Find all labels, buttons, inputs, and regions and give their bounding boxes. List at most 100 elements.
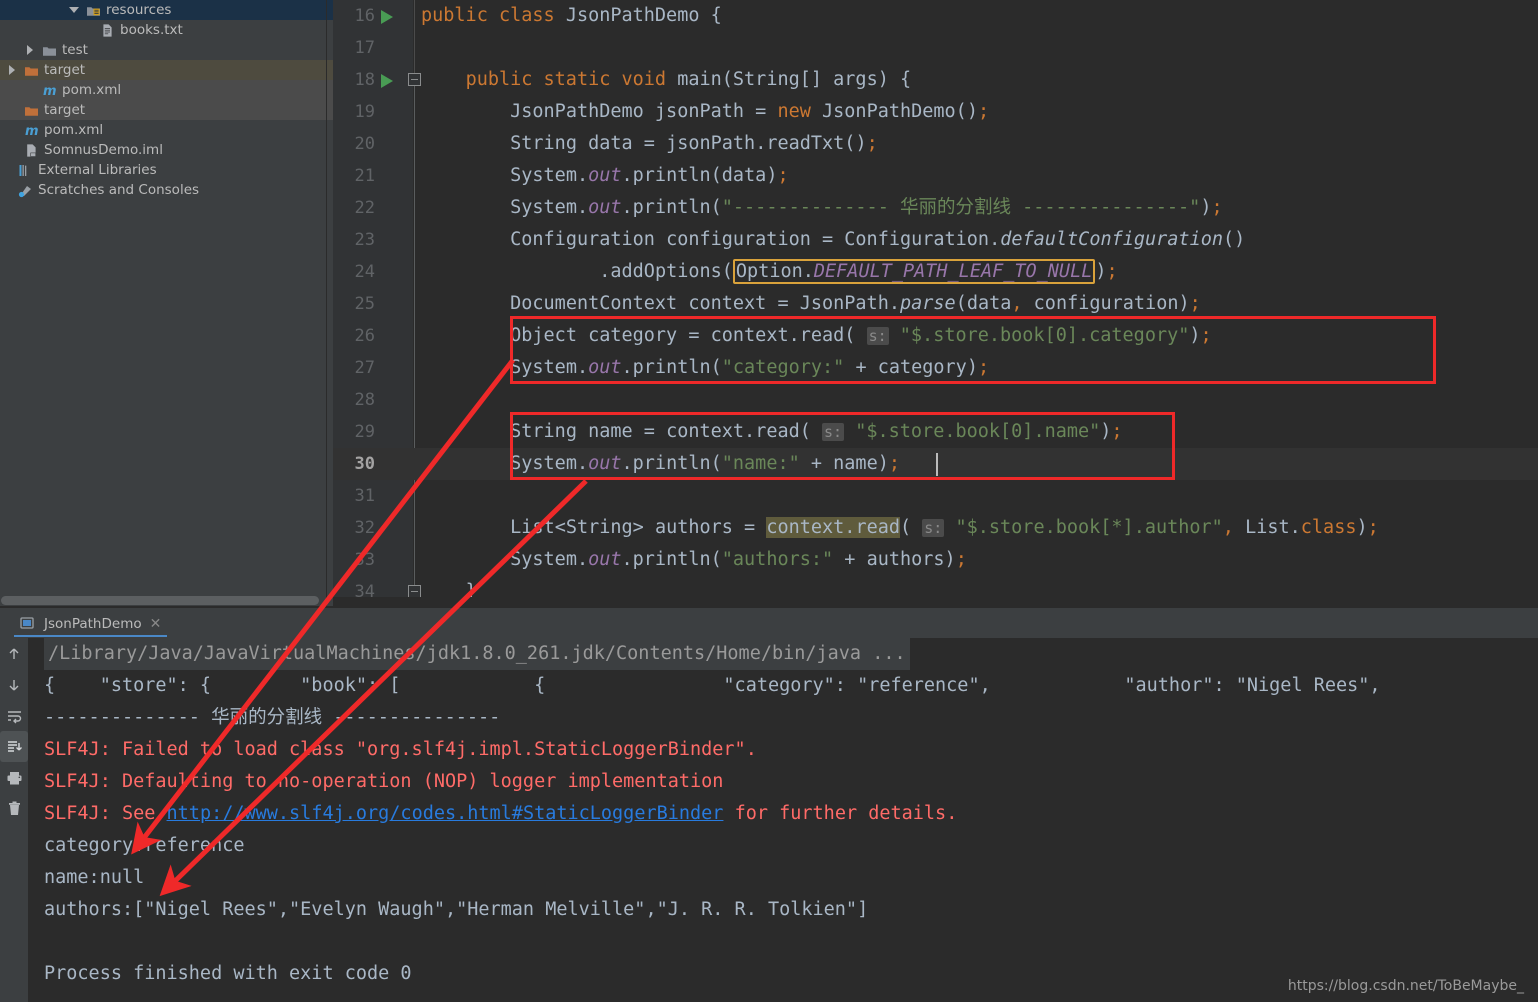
console-output[interactable]: /Library/Java/JavaVirtualMachines/jdk1.8… — [28, 638, 1538, 1002]
svg-text:m: m — [25, 124, 39, 138]
tree-item-label: target — [44, 62, 86, 78]
editor-line-17[interactable]: 17 — [333, 32, 1538, 64]
editor-line-29[interactable]: 29 String name = context.read( s: "$.sto… — [333, 416, 1538, 448]
tree-item-label: pom.xml — [62, 82, 122, 98]
console-line: -------------- 华丽的分割线 --------------- — [28, 702, 1538, 734]
line-number: 18 — [354, 70, 375, 90]
close-icon[interactable]: ✕ — [150, 616, 162, 632]
editor-line-30[interactable]: 30 System.out.println("name:" + name); — [333, 448, 1538, 480]
code-text: String data = jsonPath.readTxt(); — [510, 133, 878, 154]
folder-icon — [42, 43, 57, 58]
tree-item-label: test — [62, 42, 88, 58]
line-number: 28 — [354, 390, 375, 410]
console-line: /Library/Java/JavaVirtualMachines/jdk1.8… — [28, 638, 1538, 670]
tree-item-external-libraries[interactable]: External Libraries — [0, 160, 333, 180]
text-file-icon — [100, 23, 115, 38]
console-line: SLF4J: Failed to load class "org.slf4j.i… — [28, 734, 1538, 766]
ide-window: resources books.txt test target m pom.xml targ… — [0, 0, 1538, 1002]
line-number: 32 — [354, 518, 375, 538]
tree-item-test[interactable]: test — [0, 40, 333, 60]
line-number: 30 — [354, 454, 375, 474]
chevron-closed-icon[interactable] — [6, 64, 18, 76]
console-text: authors:["Nigel Rees","Evelyn Waugh","He… — [44, 899, 869, 920]
run-gutter-icon[interactable] — [381, 10, 393, 24]
code-text: System.out.println("-------------- 华丽的分割… — [510, 197, 1223, 218]
scroll-down-icon[interactable] — [0, 669, 28, 700]
editor-line-20[interactable]: 20 String data = jsonPath.readTxt(); — [333, 128, 1538, 160]
editor-line-26[interactable]: 26 Object category = context.read( s: "$… — [333, 320, 1538, 352]
fold-collapse-icon[interactable] — [408, 73, 421, 86]
console-error-suffix: for further details. — [723, 803, 958, 824]
console-tab-icon — [20, 616, 35, 631]
slf4j-doc-link[interactable]: http://www.slf4j.org/codes.html#StaticLo… — [167, 803, 724, 824]
scroll-up-icon[interactable] — [0, 638, 28, 669]
tree-item-target[interactable]: target — [0, 100, 333, 120]
editor-line-19[interactable]: 19 JsonPathDemo jsonPath = new JsonPathD… — [333, 96, 1538, 128]
tree-item-label: Scratches and Consoles — [38, 182, 200, 198]
console-line: SLF4J: Defaulting to no-operation (NOP) … — [28, 766, 1538, 798]
editor-line-33[interactable]: 33 System.out.println("authors:" + autho… — [333, 544, 1538, 576]
tree-item-resources[interactable]: resources — [0, 0, 333, 20]
clear-all-icon[interactable] — [0, 793, 28, 824]
iml-file-icon — [24, 143, 39, 158]
console-text: Process finished with exit code 0 — [44, 963, 412, 984]
run-tab-label: JsonPathDemo — [44, 615, 142, 632]
editor-line-22[interactable]: 22 System.out.println("-------------- 华丽… — [333, 192, 1538, 224]
editor-line-24[interactable]: 24 .addOptions(Option.DEFAULT_PATH_LEAF_… — [333, 256, 1538, 288]
library-icon — [18, 163, 33, 178]
run-gutter-icon[interactable] — [381, 74, 393, 88]
soft-wrap-icon[interactable] — [0, 700, 28, 731]
line-number: 25 — [354, 294, 375, 314]
tree-item-label: SomnusDemo.iml — [44, 142, 163, 158]
sidebar-horizontal-scrollbar[interactable] — [0, 595, 326, 606]
line-number: 17 — [354, 38, 375, 58]
folder-orange-icon — [24, 63, 39, 78]
tree-item-target[interactable]: target — [0, 60, 333, 80]
editor-line-18[interactable]: 18 public static void main(String[] args… — [333, 64, 1538, 96]
chevron-open-icon[interactable] — [68, 4, 80, 16]
editor-line-25[interactable]: 25 DocumentContext context = JsonPath.pa… — [333, 288, 1538, 320]
line-number: 21 — [354, 166, 375, 186]
tree-item-somnusdemo-iml[interactable]: SomnusDemo.iml — [0, 140, 333, 160]
line-number: 20 — [354, 134, 375, 154]
scrollbar-thumb[interactable] — [1, 596, 319, 605]
console-error-text: SLF4J: See — [44, 803, 167, 824]
scroll-to-end-icon[interactable] — [0, 731, 28, 762]
tree-item-books-txt[interactable]: books.txt — [0, 20, 333, 40]
tree-item-pom-xml[interactable]: m pom.xml — [0, 120, 333, 140]
console-toolbar[interactable] — [0, 638, 28, 1002]
console-text: { "store": { "book": [ { "category": "re… — [44, 675, 1381, 696]
console-line: authors:["Nigel Rees","Evelyn Waugh","He… — [28, 894, 1538, 926]
code-text: System.out.println("name:" + name); — [510, 453, 900, 474]
console-text: name:null — [44, 867, 145, 888]
run-tab-bar: JsonPathDemo ✕ — [0, 608, 1538, 638]
editor-line-32[interactable]: 32 List<String> authors = context.read( … — [333, 512, 1538, 544]
editor-line-27[interactable]: 27 System.out.println("category:" + cate… — [333, 352, 1538, 384]
code-text: .addOptions(Option.DEFAULT_PATH_LEAF_TO_… — [599, 259, 1118, 284]
print-icon[interactable] — [0, 762, 28, 793]
tree-item-scratches-and-consoles[interactable]: Scratches and Consoles — [0, 180, 333, 200]
editor-line-31[interactable]: 31 — [333, 480, 1538, 512]
editor-line-16[interactable]: 16 public class JsonPathDemo { — [333, 0, 1538, 32]
editor-line-28[interactable]: 28 — [333, 384, 1538, 416]
project-tree[interactable]: resources books.txt test target m pom.xml targ… — [0, 0, 333, 608]
console-line: { "store": { "book": [ { "category": "re… — [28, 670, 1538, 702]
code-text: System.out.println("category:" + categor… — [510, 357, 990, 378]
line-number: 26 — [354, 326, 375, 346]
line-number: 22 — [354, 198, 375, 218]
chevron-closed-icon[interactable] — [24, 44, 36, 56]
code-editor[interactable]: 16 public class JsonPathDemo { 17 18 public… — [333, 0, 1538, 608]
code-text: Configuration configuration = Configurat… — [510, 229, 1246, 250]
editor-line-23[interactable]: 23 Configuration configuration = Configu… — [333, 224, 1538, 256]
run-tab-jsonpathdemo[interactable]: JsonPathDemo ✕ — [14, 611, 168, 637]
tree-item-pom-xml[interactable]: m pom.xml — [0, 80, 333, 100]
code-text: DocumentContext context = JsonPath.parse… — [510, 293, 1201, 314]
editor-line-21[interactable]: 21 System.out.println(data); — [333, 160, 1538, 192]
